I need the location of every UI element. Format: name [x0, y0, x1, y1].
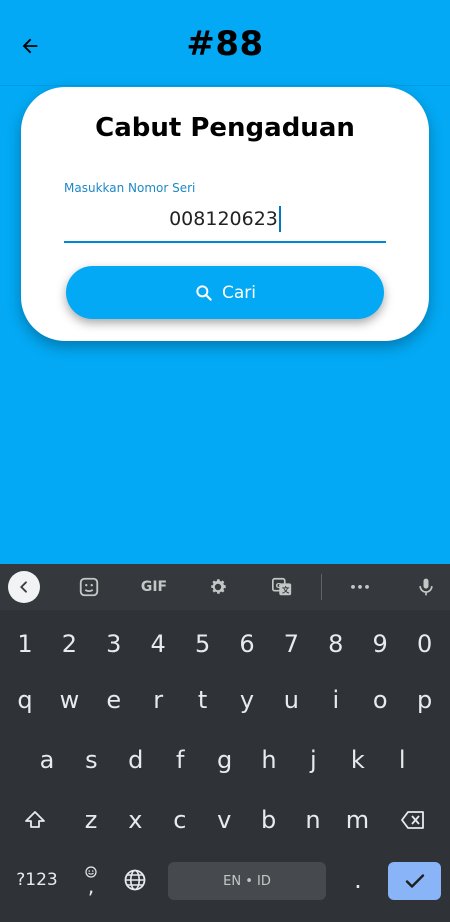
app-bar: #88: [0, 0, 450, 86]
backspace-icon: [401, 811, 424, 829]
key-7[interactable]: 7: [272, 620, 310, 668]
serial-number-label: Masukkan Nomor Seri: [64, 181, 196, 195]
more-button[interactable]: •••: [345, 572, 375, 602]
voice-input-button[interactable]: [411, 572, 441, 602]
key-z[interactable]: z: [72, 796, 110, 844]
key-e[interactable]: e: [95, 676, 133, 724]
key-l[interactable]: l: [383, 736, 421, 784]
key-x[interactable]: x: [116, 796, 154, 844]
key-j[interactable]: j: [294, 736, 332, 784]
key-d[interactable]: d: [117, 736, 155, 784]
key-n[interactable]: n: [294, 796, 332, 844]
key-t[interactable]: t: [184, 676, 222, 724]
page-title: #88: [186, 24, 264, 64]
key-r[interactable]: r: [139, 676, 177, 724]
sticker-button[interactable]: [74, 572, 104, 602]
globe-icon: [124, 869, 146, 891]
key-m[interactable]: m: [338, 796, 376, 844]
key-9[interactable]: 9: [361, 620, 399, 668]
text-caret: [278, 206, 281, 232]
revoke-complaint-card: Cabut Pengaduan Masukkan Nomor Seri 0081…: [21, 87, 429, 341]
key-c[interactable]: c: [161, 796, 199, 844]
chevron-left-icon: [20, 581, 27, 593]
key-k[interactable]: k: [339, 736, 377, 784]
key-8[interactable]: 8: [317, 620, 355, 668]
translate-icon: G 文: [272, 577, 292, 596]
microphone-icon: [419, 578, 433, 596]
sticker-icon: [79, 577, 99, 597]
comma-label: ,: [87, 874, 95, 898]
key-3[interactable]: 3: [95, 620, 133, 668]
emoji-comma-key[interactable]: ,: [72, 856, 110, 904]
key-5[interactable]: 5: [184, 620, 222, 668]
key-s[interactable]: s: [72, 736, 110, 784]
collapse-toolbar-button[interactable]: [8, 571, 40, 603]
key-p[interactable]: p: [406, 676, 444, 724]
key-h[interactable]: h: [250, 736, 288, 784]
shift-icon: [25, 811, 45, 828]
key-u[interactable]: u: [272, 676, 310, 724]
translate-button[interactable]: G 文: [267, 572, 297, 602]
backspace-key[interactable]: [394, 796, 432, 844]
key-q[interactable]: q: [6, 676, 44, 724]
card-title: Cabut Pengaduan: [95, 113, 355, 143]
svg-text:文: 文: [281, 586, 290, 595]
symbols-key[interactable]: ?123: [14, 856, 60, 904]
key-w[interactable]: w: [50, 676, 88, 724]
key-y[interactable]: y: [228, 676, 266, 724]
key-2[interactable]: 2: [50, 620, 88, 668]
serial-number-input[interactable]: 008120623: [64, 197, 386, 243]
search-button[interactable]: Cari: [66, 266, 384, 319]
space-key[interactable]: EN • ID: [168, 862, 326, 900]
language-key[interactable]: [116, 856, 154, 904]
key-f[interactable]: f: [161, 736, 199, 784]
search-button-label: Cari: [222, 282, 256, 303]
period-key[interactable]: .: [339, 856, 377, 904]
serial-number-value: 008120623: [169, 208, 278, 230]
gear-icon: [211, 579, 226, 594]
key-i[interactable]: i: [317, 676, 355, 724]
gif-button[interactable]: GIF: [138, 572, 170, 602]
key-o[interactable]: o: [361, 676, 399, 724]
keyboard-toolbar: GIF G 文 •••: [0, 564, 450, 610]
toolbar-divider: [321, 574, 322, 600]
shift-key[interactable]: [16, 796, 54, 844]
key-4[interactable]: 4: [139, 620, 177, 668]
soft-keyboard: GIF G 文 ••• 1234567890 qwertyuiop asdfghjk…: [0, 564, 450, 922]
svg-text:G: G: [276, 581, 282, 590]
key-g[interactable]: g: [206, 736, 244, 784]
enter-key[interactable]: [388, 862, 441, 900]
key-6[interactable]: 6: [228, 620, 266, 668]
settings-button[interactable]: [203, 572, 233, 602]
key-b[interactable]: b: [250, 796, 288, 844]
key-a[interactable]: a: [28, 736, 66, 784]
check-icon: [405, 874, 424, 888]
key-0[interactable]: 0: [406, 620, 444, 668]
key-1[interactable]: 1: [6, 620, 44, 668]
search-icon: [196, 284, 212, 301]
key-v[interactable]: v: [205, 796, 243, 844]
